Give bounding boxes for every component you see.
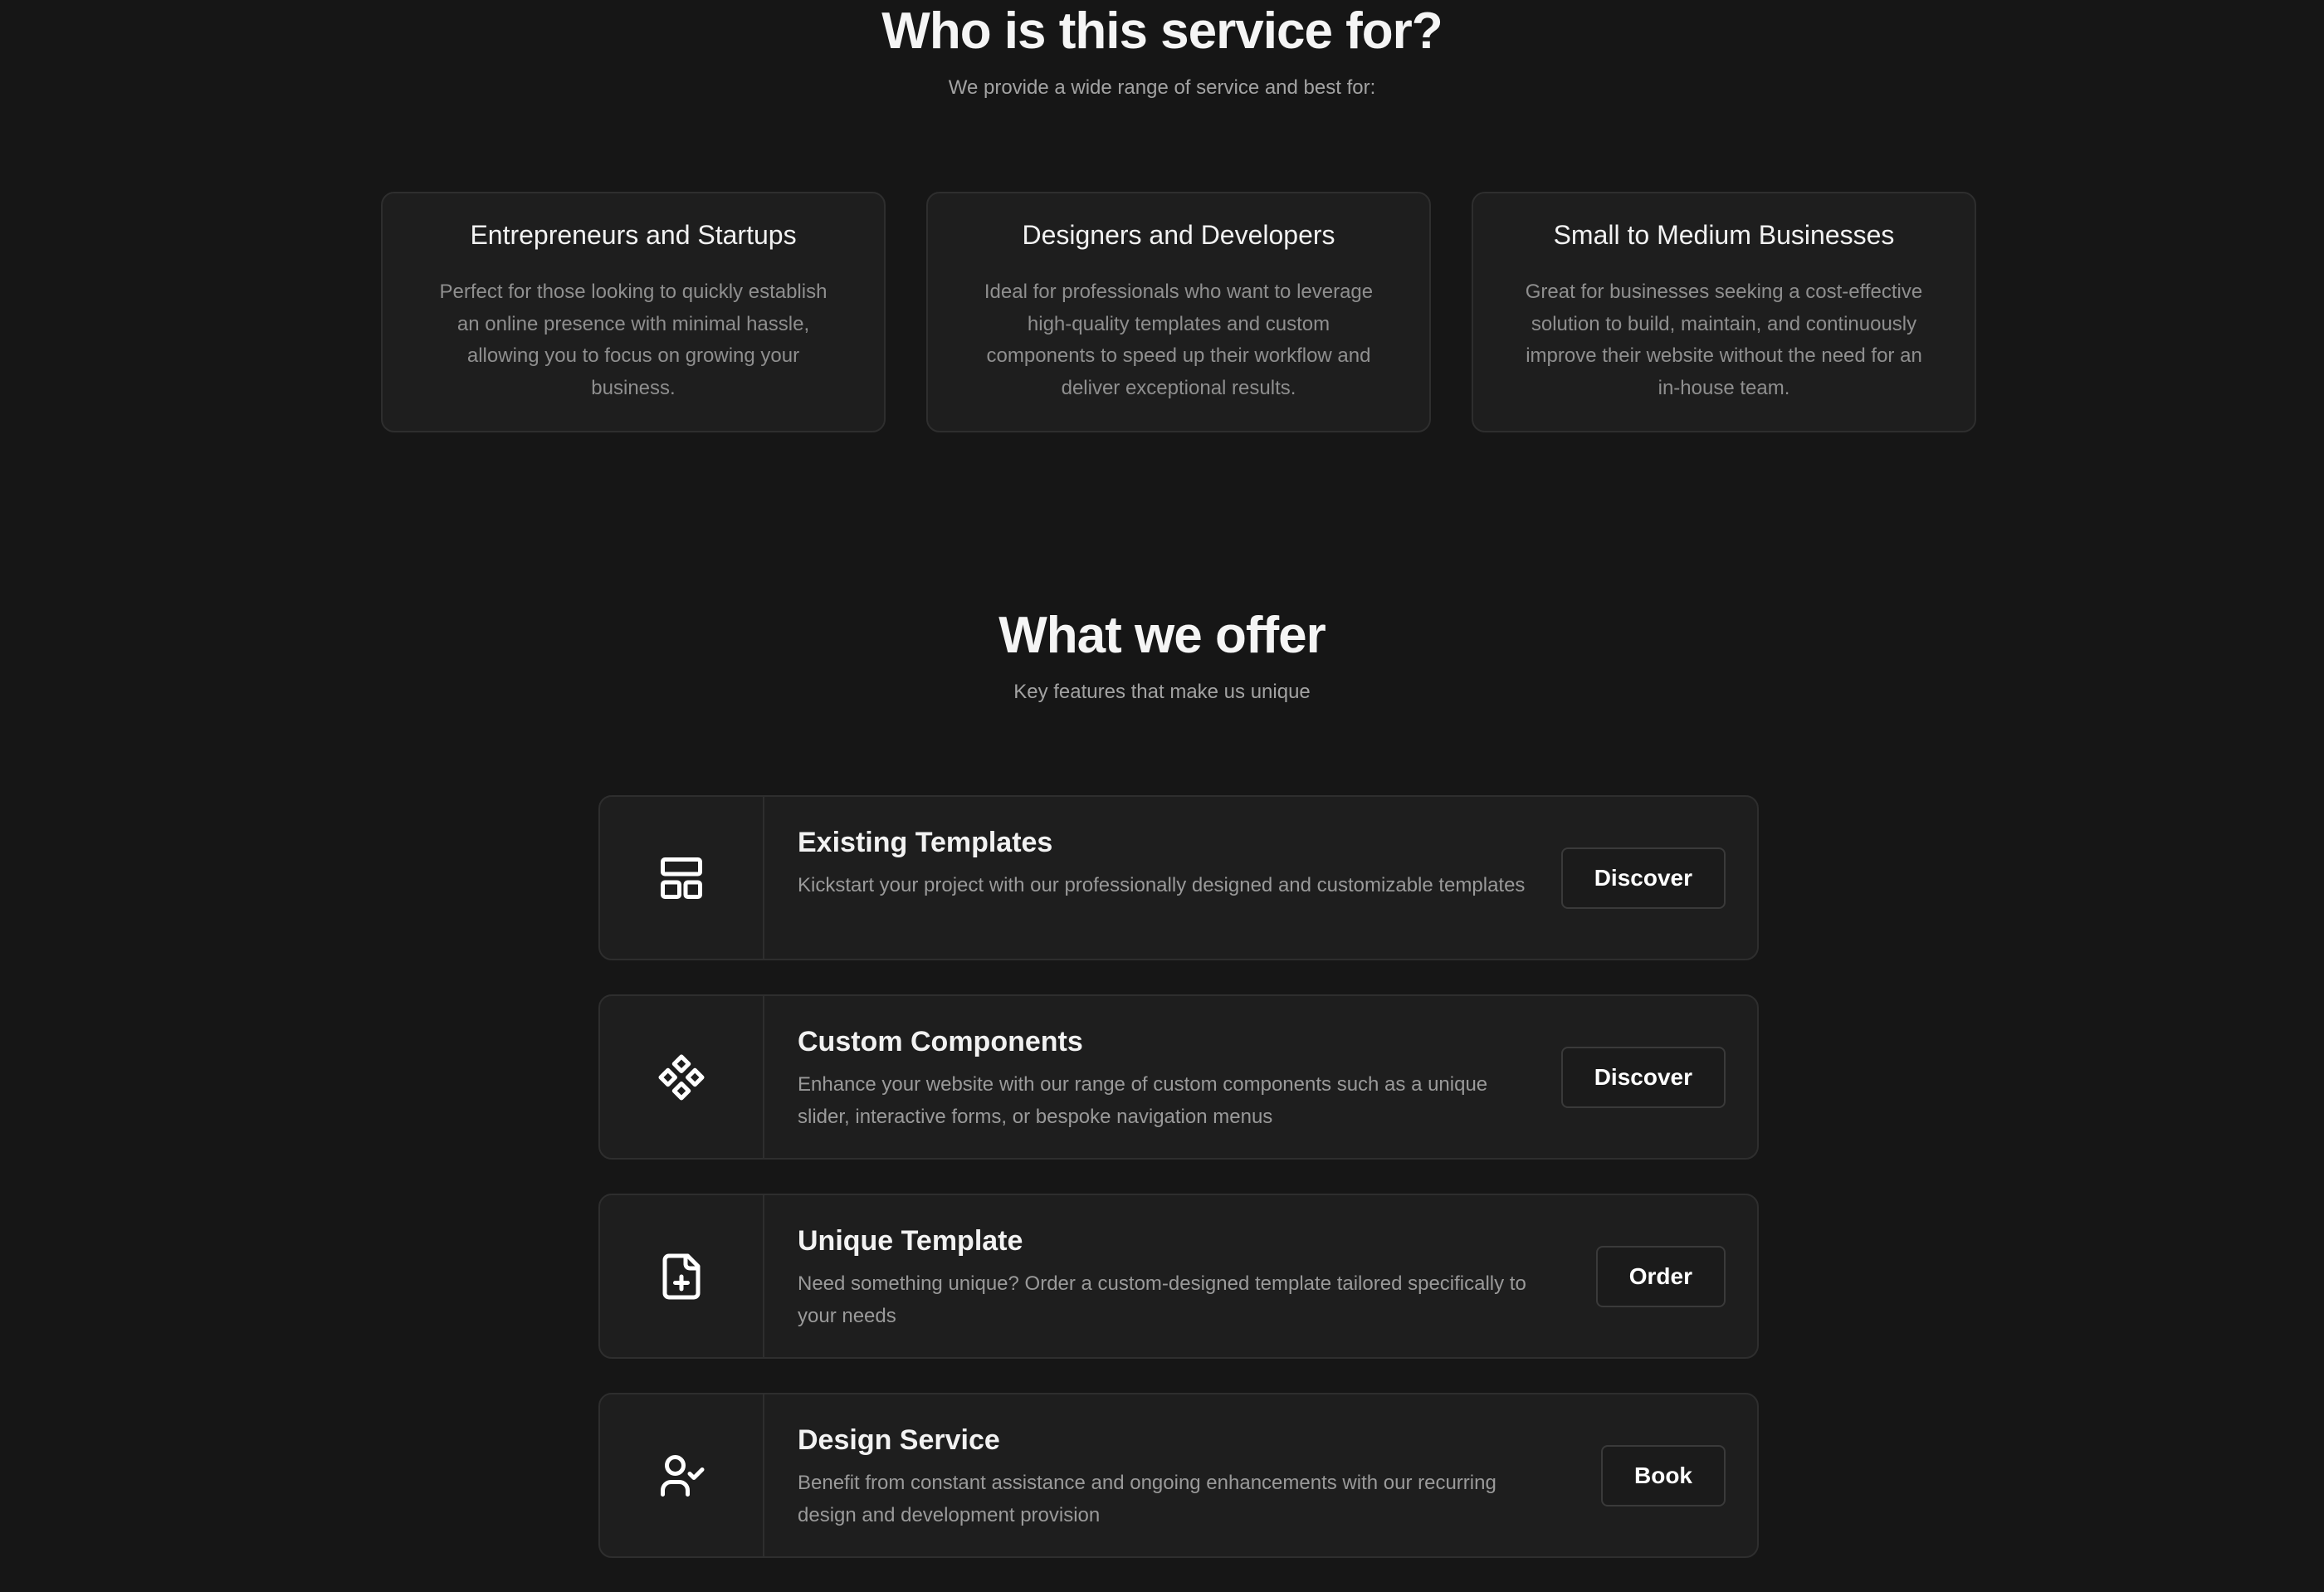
offer-title: Custom Components (798, 1026, 1083, 1057)
audience-card-title: Entrepreneurs and Startups (470, 220, 797, 250)
audience-section-subtitle: We provide a wide range of service and b… (948, 76, 1376, 99)
offer-icon-cell (600, 1195, 764, 1357)
offer-description: Kickstart your project with our professi… (798, 874, 1526, 896)
offer-body: Design Service Benefit from constant ass… (764, 1394, 1601, 1556)
audience-card-description: Great for businesses seeking a cost-effe… (1525, 281, 1923, 399)
book-service-button[interactable]: Book (1601, 1444, 1726, 1507)
offer-item-custom-components: Custom Components Enhance your website w… (598, 994, 1759, 1160)
offer-title: Design Service (798, 1424, 1000, 1456)
offer-body: Custom Components Enhance your website w… (764, 996, 1561, 1158)
audience-card-businesses: Small to Medium Businesses Great for bus… (1472, 192, 1976, 432)
offer-icon-cell (600, 797, 764, 959)
offer-description: Enhance your website with our range of c… (798, 1073, 1488, 1128)
offer-item-design-service: Design Service Benefit from constant ass… (598, 1393, 1759, 1558)
audience-cards: Entrepreneurs and Startups Perfect for t… (381, 192, 1976, 432)
offer-icon-cell (600, 996, 764, 1158)
discover-templates-button[interactable]: Discover (1560, 847, 1726, 909)
layout-template-icon (661, 857, 702, 899)
user-check-icon (661, 1454, 705, 1497)
offer-body: Existing Templates Kickstart your projec… (764, 797, 1561, 959)
offer-body: Unique Template Need something unique? O… (764, 1195, 1596, 1357)
audience-card-description: Ideal for professionals who want to leve… (984, 281, 1374, 399)
offer-action: Book (1601, 1394, 1757, 1556)
file-plus-icon (662, 1253, 701, 1299)
offer-title: Existing Templates (798, 827, 1053, 858)
offer-icon-cell (600, 1394, 764, 1556)
offer-section-subtitle: Key features that make us unique (1013, 681, 1311, 703)
offer-list: Existing Templates Kickstart your projec… (598, 795, 1759, 1592)
order-template-button[interactable]: Order (1595, 1245, 1726, 1307)
discover-components-button[interactable]: Discover (1560, 1046, 1726, 1108)
offer-item-unique-template: Unique Template Need something unique? O… (598, 1194, 1759, 1359)
offer-item-existing-templates: Existing Templates Kickstart your projec… (598, 795, 1759, 960)
audience-card-title: Small to Medium Businesses (1553, 220, 1895, 250)
audience-card-description: Perfect for those looking to quickly est… (439, 281, 828, 399)
audience-card-title: Designers and Developers (1022, 220, 1335, 250)
offer-title: Unique Template (798, 1225, 1023, 1257)
components-icon (658, 1054, 705, 1100)
audience-card-designers: Designers and Developers Ideal for profe… (926, 192, 1431, 432)
audience-section-title: Who is this service for? (881, 2, 1443, 60)
offer-description: Need something unique? Order a custom-de… (798, 1272, 1526, 1327)
offer-description: Benefit from constant assistance and ong… (798, 1472, 1496, 1526)
offer-action: Discover (1560, 797, 1757, 959)
offer-action: Order (1595, 1195, 1757, 1357)
audience-card-entrepreneurs: Entrepreneurs and Startups Perfect for t… (381, 192, 886, 432)
offer-section-title: What we offer (998, 607, 1326, 664)
offer-action: Discover (1560, 996, 1757, 1158)
